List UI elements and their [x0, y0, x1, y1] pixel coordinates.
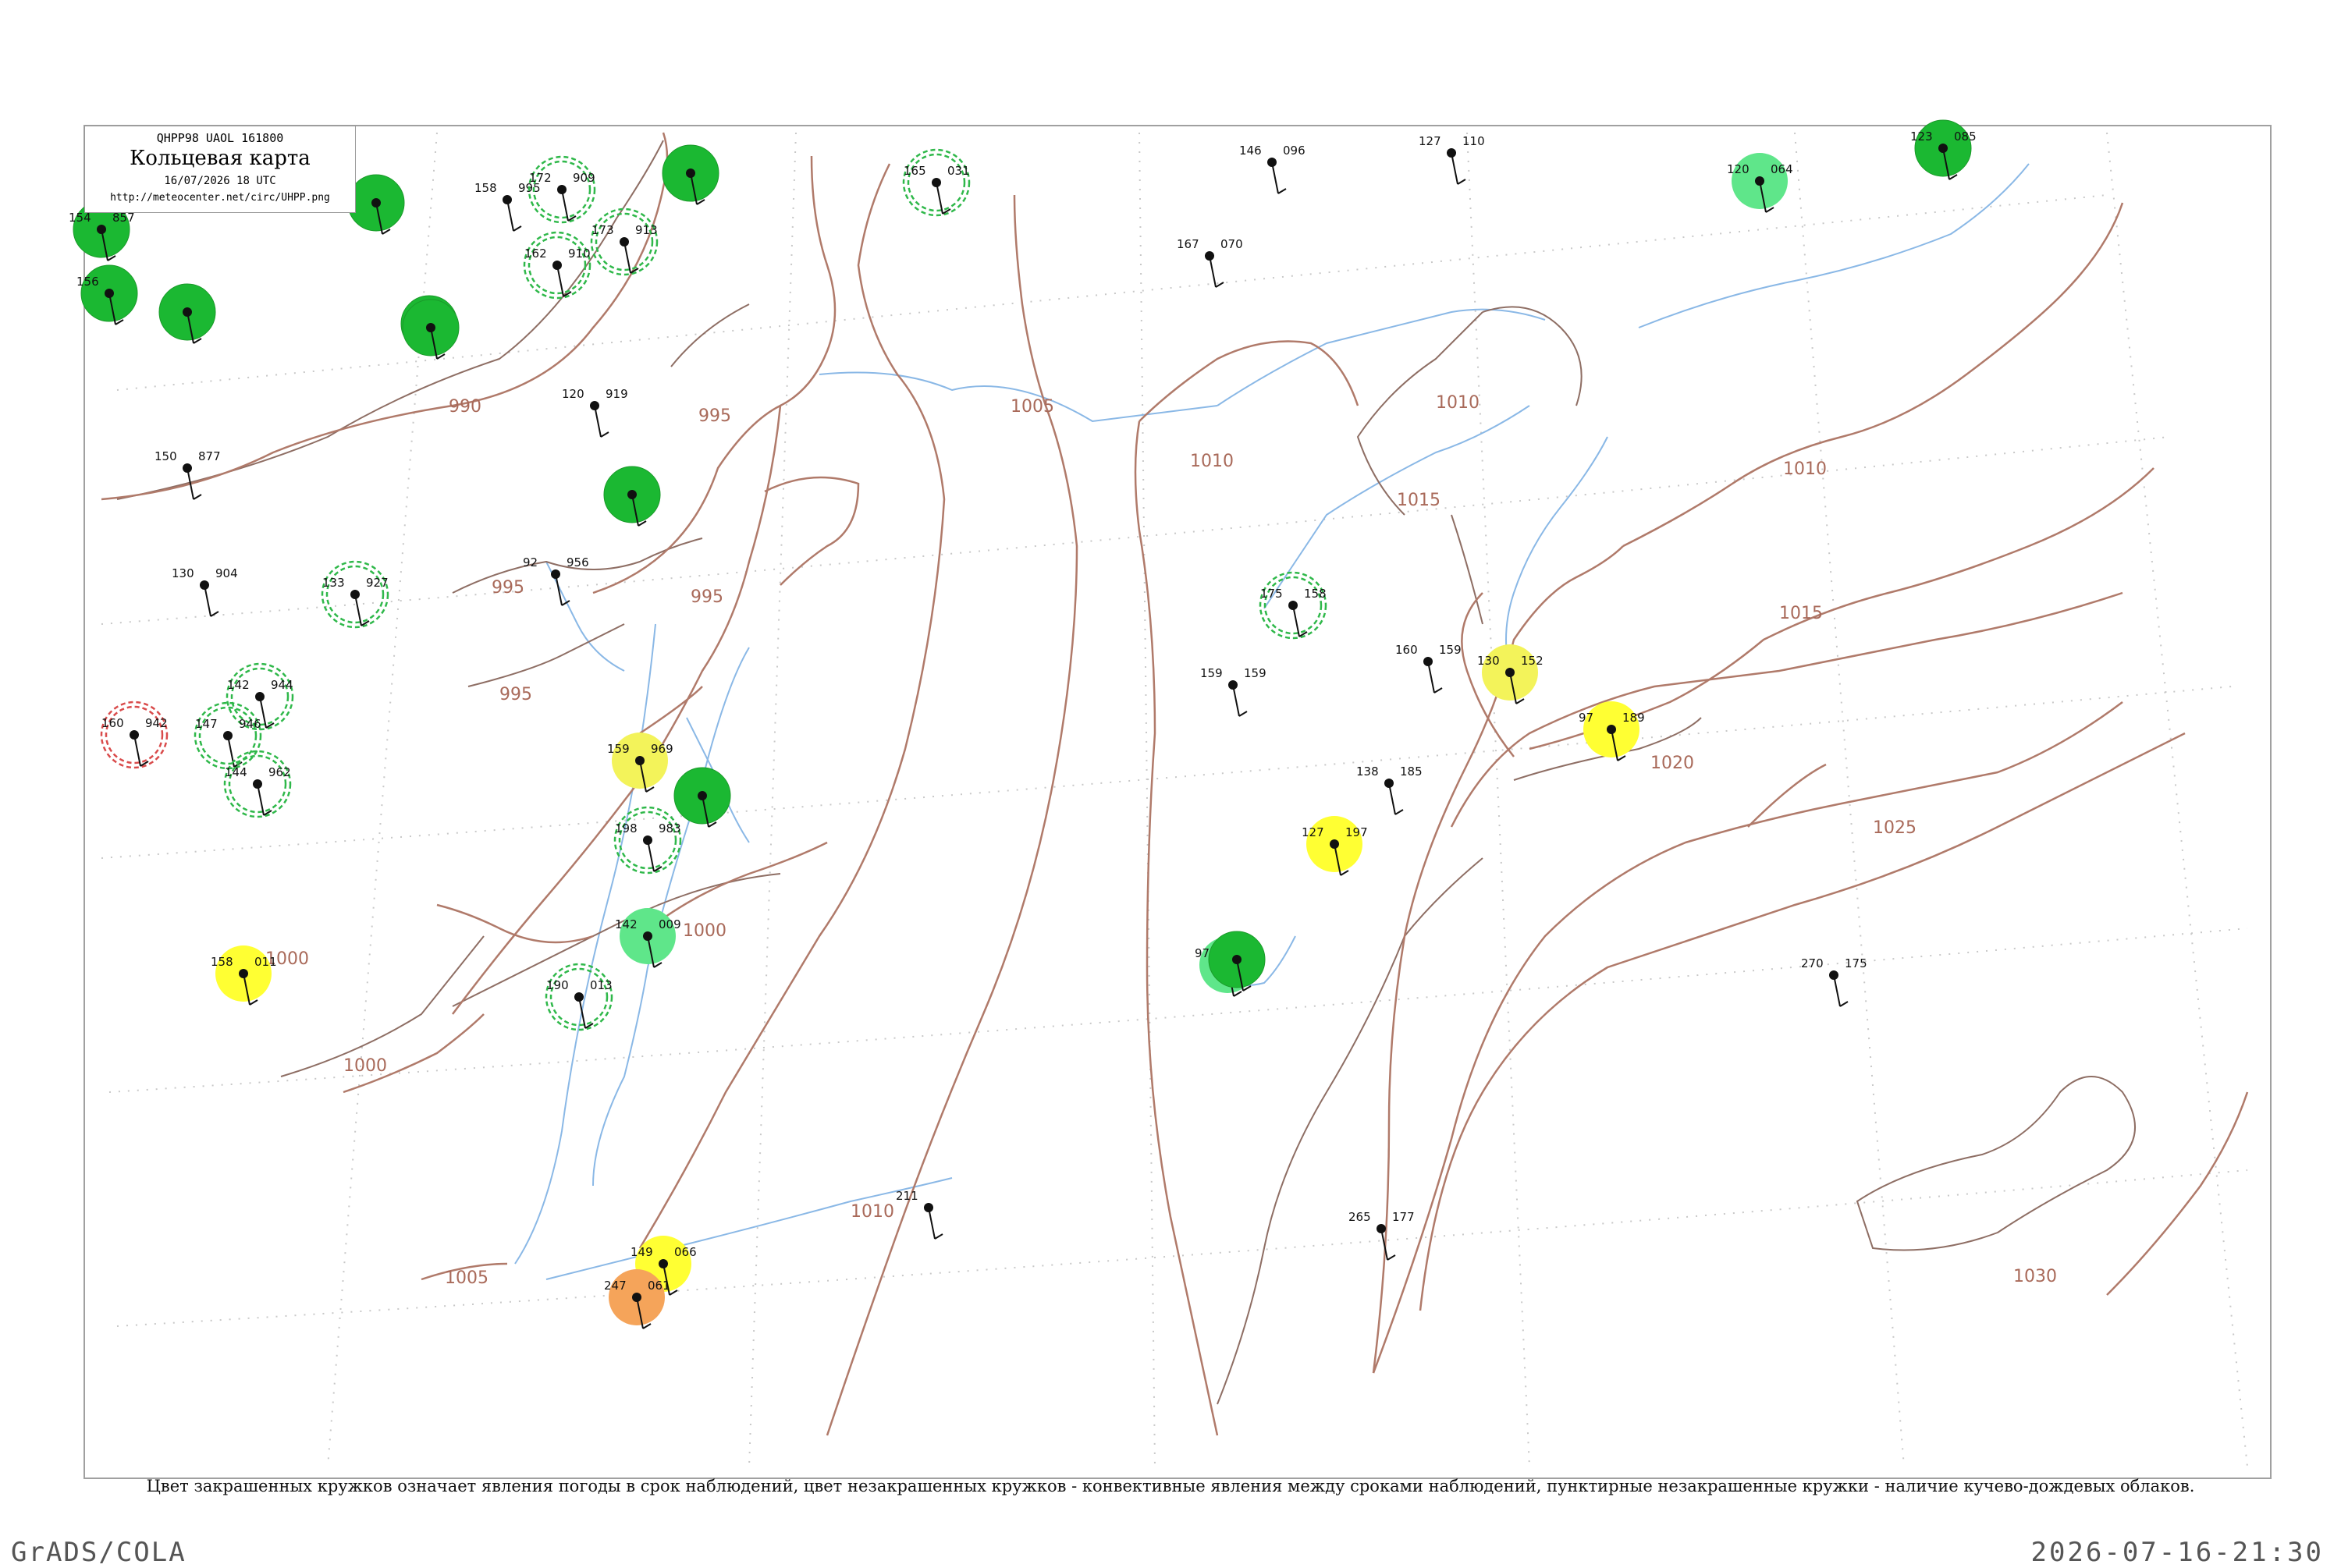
legend-caption: Цвет закрашенных кружков означает явлени…: [146, 1477, 2195, 1495]
map-title: Кольцевая карта: [130, 147, 311, 170]
station-temp: 142: [615, 917, 638, 931]
station-temp: 120: [562, 387, 584, 401]
station-temp: 175: [1260, 587, 1283, 601]
station-pressure: 904: [215, 566, 238, 580]
station-temp: 173: [591, 223, 614, 237]
station-pressure: 096: [1283, 144, 1305, 158]
isobar-label: 1000: [343, 1056, 387, 1076]
bulletin-code: QHPP98 UAOL 161800: [156, 131, 284, 145]
station-pressure: 185: [1400, 764, 1423, 779]
station-pressure: 110: [1462, 134, 1485, 148]
station-temp: 160: [1395, 643, 1418, 657]
station-temp: 138: [1356, 764, 1379, 779]
station-pressure: 983: [659, 821, 681, 835]
station-pressure: 910: [568, 247, 591, 261]
station-temp: 247: [604, 1279, 627, 1293]
station-temp: 127: [1302, 825, 1324, 839]
station-pressure: 066: [674, 1245, 697, 1259]
station-temp: 159: [1200, 666, 1223, 680]
render-timestamp: 2026-07-16-21:30: [2030, 1537, 2324, 1568]
station-pressure: 927: [366, 576, 389, 590]
grads-credit: GrADS/COLA: [11, 1537, 186, 1568]
station-temp: 165: [904, 164, 926, 178]
isobar-label: 990: [449, 397, 481, 417]
station-temp: 158: [474, 181, 497, 195]
station-temp: 150: [155, 449, 177, 463]
station-temp: 160: [101, 716, 124, 730]
station-pressure: 177: [1392, 1210, 1415, 1224]
isobar-label: 995: [698, 406, 731, 426]
station-pressure: 009: [659, 917, 681, 931]
station-temp: 92: [523, 555, 538, 569]
station-temp: 211: [896, 1189, 918, 1203]
station-temp: 147: [195, 717, 218, 731]
station-temp: 156: [76, 275, 99, 289]
station-temp: 130: [1477, 654, 1500, 668]
station-temp: 123: [1910, 129, 1933, 144]
station-temp: 149: [631, 1245, 653, 1259]
station-pressure: 085: [1954, 129, 1977, 144]
isobar-label: 995: [691, 587, 723, 607]
station-pressure: 919: [606, 387, 628, 401]
isobar-label: 1015: [1397, 491, 1440, 510]
station-pressure: 944: [271, 678, 293, 692]
station-temp: 198: [615, 821, 638, 835]
station-pressure: 913: [635, 223, 658, 237]
station-pressure: 175: [1845, 956, 1867, 970]
station-pressure: 909: [573, 171, 595, 185]
isobar-label: 1000: [683, 921, 726, 941]
map-url: http://meteocenter.net/circ/UHPP.png: [110, 192, 330, 204]
station-temp: 159: [607, 742, 630, 756]
station-temp: 167: [1177, 237, 1199, 251]
map-datetime: 16/07/2026 18 UTC: [164, 175, 276, 187]
isobar-label: 995: [499, 685, 532, 704]
station-temp: 172: [529, 171, 552, 185]
station-temp: 162: [524, 247, 547, 261]
station-pressure: 197: [1345, 825, 1368, 839]
isobar-label: 1025: [1873, 818, 1916, 838]
station-temp: 270: [1801, 956, 1824, 970]
station-temp: 127: [1419, 134, 1441, 148]
station-pressure: 011: [254, 955, 277, 969]
station-pressure: 064: [1771, 162, 1793, 176]
station-pressure: 189: [1622, 711, 1645, 725]
station-pressure: 877: [198, 449, 221, 463]
isobar-label: 995: [492, 578, 524, 598]
station-temp: 158: [211, 955, 233, 969]
map-label-box: QHPP98 UAOL 161800 Кольцевая карта 16/07…: [84, 126, 356, 213]
synoptic-map: 990 995 995 995 995 1000 1000 1000 1005 …: [69, 119, 2272, 1479]
station-pressure: 152: [1521, 654, 1543, 668]
station-pressure: 070: [1220, 237, 1243, 251]
station-pressure: 159: [1244, 666, 1266, 680]
isobar-label: 1010: [851, 1202, 894, 1222]
station-pressure: 061: [648, 1279, 670, 1293]
station-temp: 144: [225, 765, 247, 779]
isobar-label: 1010: [1190, 452, 1234, 471]
station-pressure: 962: [268, 765, 291, 779]
isobar-label: 1005: [445, 1268, 488, 1288]
station-temp: 120: [1727, 162, 1750, 176]
isobar-label: 1030: [2013, 1267, 2057, 1286]
isobar-label: 1005: [1011, 397, 1054, 417]
station-temp: 265: [1348, 1210, 1371, 1224]
station-temp: 190: [546, 978, 569, 992]
station-pressure: 946: [239, 717, 261, 731]
isobar-label: 1010: [1783, 459, 1827, 479]
isobar-label: 1020: [1650, 754, 1694, 773]
station-pressure: 158: [1304, 587, 1327, 601]
isobar-label: 1010: [1436, 393, 1480, 413]
station-temp: 133: [322, 576, 345, 590]
station-temp: 97: [1195, 946, 1210, 960]
station-temp: 130: [172, 566, 194, 580]
station-pressure: 969: [651, 742, 673, 756]
station-pressure: 956: [567, 555, 589, 569]
station-temp: 97: [1579, 711, 1593, 725]
isobar-label: 1015: [1779, 604, 1823, 623]
station-pressure: 013: [590, 978, 613, 992]
station-pressure: 031: [947, 164, 970, 178]
station-pressure: 942: [145, 716, 168, 730]
station-temp: 146: [1239, 144, 1262, 158]
station-temp: 142: [227, 678, 250, 692]
station-pressure: 159: [1439, 643, 1462, 657]
